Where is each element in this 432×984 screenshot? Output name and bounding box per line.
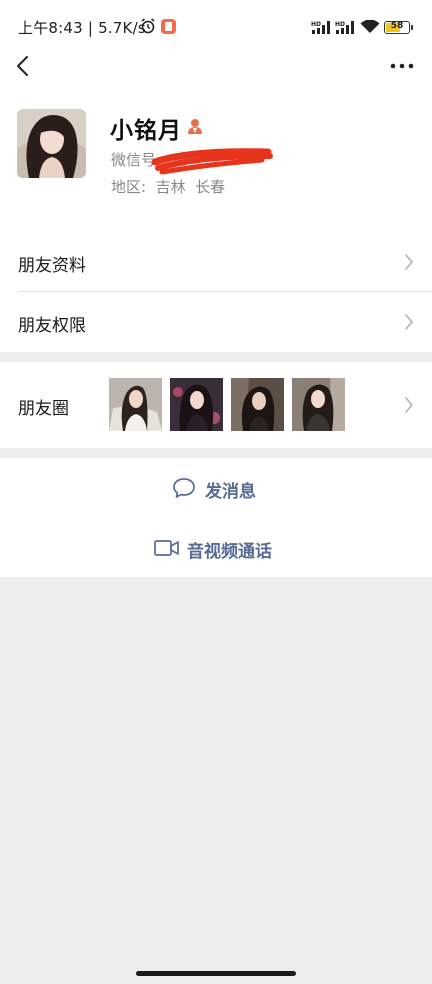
moments-thumbnail [231, 378, 284, 431]
chevron-right-icon [405, 397, 413, 413]
app-notification-icon [161, 19, 176, 34]
wifi-icon [360, 20, 380, 33]
person-icon [188, 119, 202, 134]
region-label: 地区: 吉林 长春 [111, 178, 226, 196]
friend-permissions-row[interactable]: 朋友权限 [0, 292, 432, 352]
moments-label: 朋友圈 [18, 399, 69, 419]
alarm-icon [141, 18, 155, 34]
send-message-button[interactable]: 发消息 [0, 468, 432, 508]
battery-icon: 58 [384, 21, 413, 34]
moments-thumbnail [109, 378, 162, 431]
profile-name: 小铭月 [110, 118, 182, 144]
redaction-scribble [151, 148, 273, 175]
actions-panel: 发消息 音视频通话 [0, 458, 432, 577]
friend-info-label: 朋友资料 [18, 256, 86, 276]
avatar[interactable] [17, 109, 86, 178]
home-indicator[interactable] [136, 971, 296, 976]
video-call-label: 音视频通话 [187, 542, 272, 562]
status-time: 上午8:43 | 5.7K/s [18, 19, 146, 37]
friend-permissions-label: 朋友权限 [18, 316, 86, 336]
more-dots-icon[interactable] [389, 58, 415, 74]
svg-text:HD: HD [311, 21, 321, 28]
hd-signal-icon: HD [335, 21, 354, 34]
chevron-right-icon [405, 314, 413, 330]
send-message-label: 发消息 [205, 482, 256, 502]
chevron-left-icon[interactable] [12, 53, 36, 79]
moments-thumbnail [170, 378, 223, 431]
friend-info-row[interactable]: 朋友资料 [0, 232, 432, 292]
battery-level: 58 [390, 21, 404, 31]
video-call-button[interactable]: 音视频通话 [0, 528, 432, 568]
moments-thumbnail [292, 378, 345, 431]
moments-row[interactable]: 朋友圈 [0, 362, 432, 448]
video-camera-icon [154, 540, 179, 556]
chat-bubble-icon [173, 478, 195, 498]
hd-signal-icon: HD [311, 21, 330, 34]
chevron-right-icon [405, 254, 413, 270]
status-bar: 上午8:43 | 5.7K/s HD HD 58 [0, 0, 432, 54]
svg-text:HD: HD [335, 21, 345, 28]
